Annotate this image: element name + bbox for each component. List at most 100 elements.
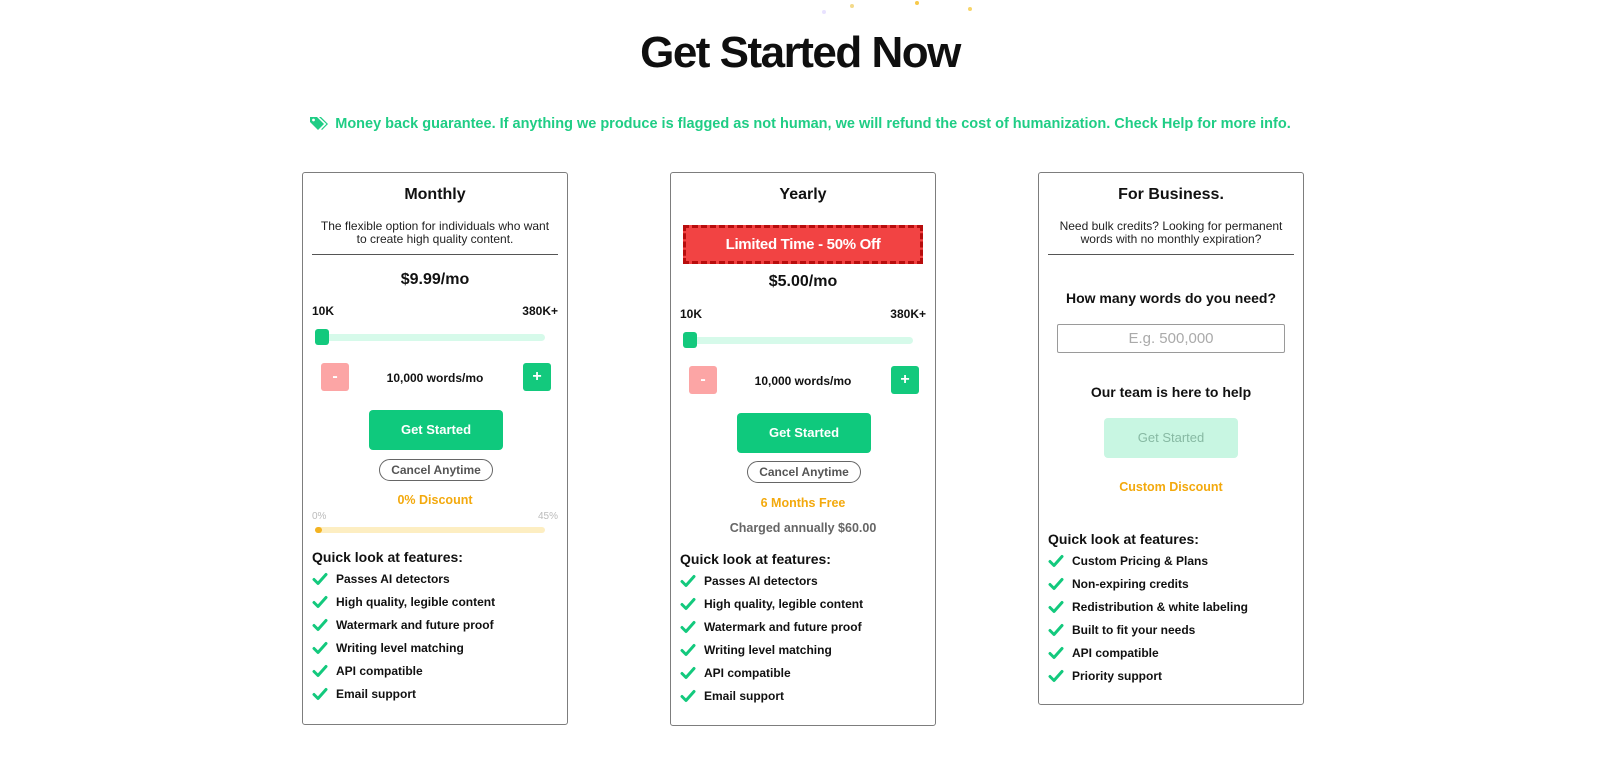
list-item: API compatible — [680, 661, 863, 684]
plan-title: Yearly — [779, 186, 827, 203]
feature-label: API compatible — [336, 663, 423, 678]
feature-label: Writing level matching — [336, 640, 464, 655]
slider-max-label: 380K+ — [522, 304, 558, 318]
list-item: Writing level matching — [680, 638, 863, 661]
check-icon — [1048, 623, 1064, 636]
check-icon — [1048, 669, 1064, 682]
discount-label: 0% Discount — [397, 493, 473, 507]
discount-label: Custom Discount — [1119, 480, 1223, 494]
slider-min-label: 10K — [680, 307, 703, 321]
increase-words-button[interactable]: + — [523, 363, 551, 391]
word-slider[interactable] — [315, 329, 545, 345]
list-item: Watermark and future proof — [312, 613, 495, 636]
feature-label: Built to fit your needs — [1072, 622, 1196, 637]
check-icon — [312, 641, 328, 654]
get-started-button[interactable]: Get Started — [737, 413, 871, 453]
list-item: Email support — [680, 684, 863, 707]
features-title: Quick look at features: — [312, 549, 463, 565]
get-started-button[interactable]: Get Started — [369, 410, 503, 450]
check-icon — [680, 689, 696, 702]
plan-title: For Business. — [1118, 186, 1224, 203]
list-item: High quality, legible content — [312, 590, 495, 613]
plan-card-yearly: Yearly Limited Time - 50% Off $5.00/mo 1… — [670, 172, 936, 726]
list-item: API compatible — [312, 659, 495, 682]
check-icon — [312, 572, 328, 585]
plan-price: $9.99/mo — [400, 271, 470, 288]
list-item: Passes AI detectors — [680, 569, 863, 592]
guarantee-banner: Money back guarantee. If anything we pro… — [0, 115, 1600, 132]
feature-list: Passes AI detectors High quality, legibl… — [312, 567, 495, 705]
check-icon — [680, 574, 696, 587]
check-icon — [312, 595, 328, 608]
features-title: Quick look at features: — [680, 551, 831, 567]
billing-note: Charged annually $60.00 — [729, 521, 877, 535]
discount-progress-bar — [315, 527, 545, 533]
list-item: Email support — [312, 682, 495, 705]
check-icon — [1048, 577, 1064, 590]
feature-label: Watermark and future proof — [704, 619, 862, 634]
slider-max-label: 380K+ — [890, 307, 926, 321]
feature-label: API compatible — [1072, 645, 1159, 660]
list-item: Non-expiring credits — [1048, 572, 1248, 595]
check-icon — [1048, 600, 1064, 613]
list-item: Priority support — [1048, 664, 1248, 687]
plan-price: $5.00/mo — [768, 273, 838, 290]
list-item: Passes AI detectors — [312, 567, 495, 590]
check-icon — [312, 687, 328, 700]
check-icon — [680, 597, 696, 610]
page-title: Get Started Now — [640, 28, 961, 77]
feature-label: Passes AI detectors — [704, 573, 818, 588]
check-icon — [680, 620, 696, 633]
features-title: Quick look at features: — [1048, 531, 1199, 547]
list-item: Writing level matching — [312, 636, 495, 659]
word-slider[interactable] — [683, 332, 913, 348]
plan-description: Need bulk credits? Looking for permanent… — [1059, 219, 1283, 246]
feature-label: API compatible — [704, 665, 791, 680]
tag-icon — [310, 117, 329, 130]
check-icon — [312, 618, 328, 631]
plan-card-business: For Business. Need bulk credits? Looking… — [1038, 172, 1304, 705]
slider-min-label: 10K — [312, 304, 335, 318]
list-item: API compatible — [1048, 641, 1248, 664]
list-item: Built to fit your needs — [1048, 618, 1248, 641]
list-item: Redistribution & white labeling — [1048, 595, 1248, 618]
feature-label: Non-expiring credits — [1072, 576, 1189, 591]
words-question: How many words do you need? — [1065, 290, 1277, 306]
check-icon — [312, 664, 328, 677]
feature-list: Passes AI detectors High quality, legibl… — [680, 569, 863, 707]
list-item: Custom Pricing & Plans — [1048, 549, 1248, 572]
feature-label: High quality, legible content — [704, 596, 864, 611]
cancel-anytime-badge: Cancel Anytime — [747, 461, 861, 483]
check-icon — [1048, 646, 1064, 659]
check-icon — [680, 666, 696, 679]
feature-label: Email support — [704, 688, 785, 703]
feature-label: Writing level matching — [704, 642, 832, 657]
discount-max-label: 45% — [537, 511, 558, 522]
plan-description: The flexible option for individuals who … — [320, 219, 550, 246]
plan-card-monthly: Monthly The flexible option for individu… — [302, 172, 568, 725]
feature-label: Passes AI detectors — [336, 571, 450, 586]
decorative-sparkles — [820, 0, 1000, 16]
feature-label: Custom Pricing & Plans — [1072, 553, 1209, 568]
discount-min-label: 0% — [312, 511, 327, 522]
slider-thumb[interactable] — [683, 332, 697, 348]
feature-list: Custom Pricing & Plans Non-expiring cred… — [1048, 549, 1248, 687]
plan-title: Monthly — [404, 186, 466, 203]
increase-words-button[interactable]: + — [891, 366, 919, 394]
divider — [1048, 254, 1294, 255]
feature-label: Email support — [336, 686, 417, 701]
help-heading: Our team is here to help — [1090, 384, 1252, 400]
guarantee-text: Money back guarantee. If anything we pro… — [335, 116, 1291, 132]
list-item: Watermark and future proof — [680, 615, 863, 638]
slider-thumb[interactable] — [315, 329, 329, 345]
get-started-button[interactable]: Get Started — [1104, 418, 1238, 458]
list-item: High quality, legible content — [680, 592, 863, 615]
discount-progress-fill — [315, 527, 322, 533]
limited-time-badge: Limited Time - 50% Off — [683, 225, 923, 264]
bonus-label: 6 Months Free — [760, 496, 846, 510]
cancel-anytime-badge: Cancel Anytime — [379, 459, 493, 481]
check-icon — [1048, 554, 1064, 567]
feature-label: Watermark and future proof — [336, 617, 494, 632]
words-needed-input[interactable] — [1057, 324, 1285, 353]
feature-label: Redistribution & white labeling — [1072, 599, 1249, 614]
